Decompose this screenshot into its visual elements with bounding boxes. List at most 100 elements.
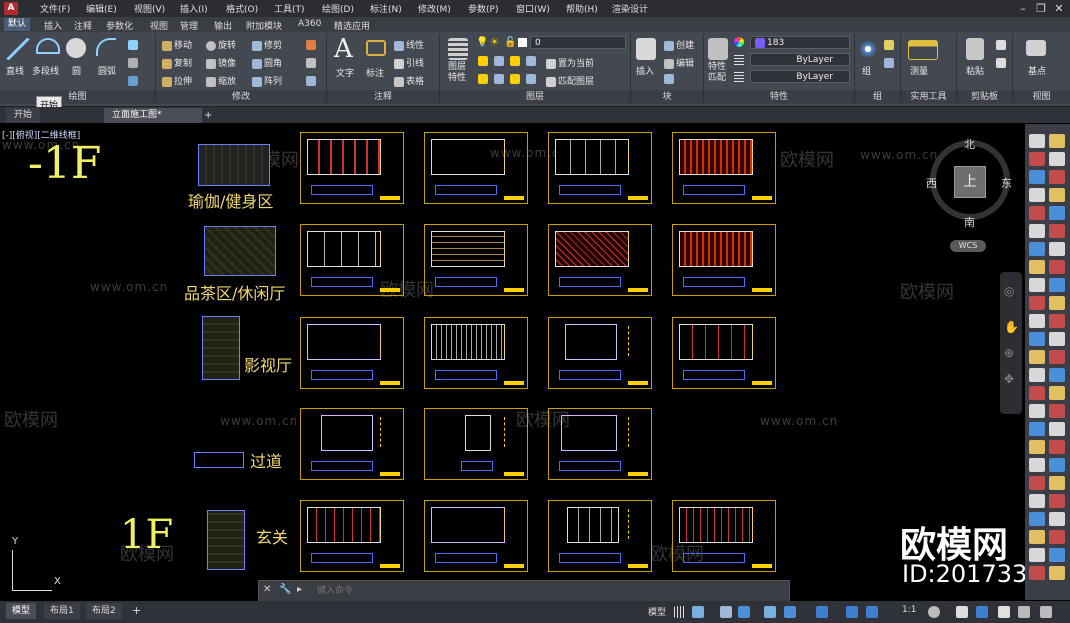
tab-default[interactable]: 默认	[4, 18, 31, 31]
toolbar-tool-icon[interactable]	[1049, 188, 1065, 202]
toolbar-tool-icon[interactable]	[1029, 530, 1045, 544]
mirror-tool[interactable]: 镜像	[206, 56, 236, 69]
drawing-sheet[interactable]	[548, 500, 652, 572]
tab-featured-apps[interactable]: 精选应用	[334, 19, 370, 32]
make-current-tool[interactable]: 置为当前	[546, 56, 594, 69]
tab-addins[interactable]: 附加模块	[246, 19, 282, 32]
hardware-acceleration-icon[interactable]	[998, 606, 1010, 618]
toolbar-tool-icon[interactable]	[1049, 548, 1065, 562]
toolbar-tool-icon[interactable]	[1049, 224, 1065, 238]
toolbar-tool-icon[interactable]	[1029, 206, 1045, 220]
tab-view[interactable]: 视图	[150, 19, 168, 32]
menu-render-design[interactable]: 渲染设计	[612, 2, 648, 15]
linetype-icon[interactable]	[734, 72, 744, 82]
tab-output[interactable]: 输出	[214, 19, 232, 32]
toolbar-tool-icon[interactable]	[1049, 458, 1065, 472]
close-command-icon[interactable]: ✕	[263, 584, 271, 595]
layer-tool-icon[interactable]	[510, 56, 520, 66]
copy-clip-icon[interactable]	[996, 58, 1006, 68]
draw-extra-icon[interactable]	[128, 40, 138, 50]
layer-tool-icon[interactable]	[510, 74, 520, 84]
lineweight-toggle-icon[interactable]	[816, 606, 828, 618]
clean-screen-icon[interactable]	[1018, 606, 1030, 618]
toolbar-tool-icon[interactable]	[1049, 512, 1065, 526]
toolbar-tool-icon[interactable]	[1029, 296, 1045, 310]
drawing-sheet[interactable]	[300, 317, 404, 389]
group-icon[interactable]	[858, 38, 878, 60]
annotation-panel-label[interactable]: 注释	[327, 90, 439, 104]
unlock-icon[interactable]: 🔓	[504, 37, 516, 48]
zoom-icon[interactable]: ⊕	[1004, 346, 1014, 360]
toolbar-tool-icon[interactable]	[1049, 242, 1065, 256]
toolbar-tool-icon[interactable]	[1029, 476, 1045, 490]
wcs-menu[interactable]: WCS	[950, 240, 986, 252]
sun-icon[interactable]: ☀	[490, 37, 499, 48]
fillet-tool[interactable]: 圆角	[252, 56, 282, 69]
layer-tool-icon[interactable]	[494, 74, 504, 84]
dimension-tool-label[interactable]: 标注	[366, 66, 384, 79]
layout-tab-layout1[interactable]: 布局1	[44, 603, 80, 619]
drawing-sheet[interactable]	[424, 317, 528, 389]
close-icon[interactable]: ✕	[1050, 1, 1068, 16]
menu-insert[interactable]: 插入(I)	[180, 2, 208, 15]
menu-dimension[interactable]: 标注(N)	[370, 2, 402, 15]
annotation-visibility-icon[interactable]	[846, 606, 858, 618]
toolbar-tool-icon[interactable]	[1049, 134, 1065, 148]
array-tool[interactable]: 阵列	[252, 74, 282, 87]
rectangle-icon[interactable]	[128, 76, 138, 86]
toolbar-tool-icon[interactable]	[1029, 278, 1045, 292]
block-attribute-icon[interactable]	[664, 74, 674, 84]
command-line[interactable]: ✕ 🔧 ▸	[258, 580, 790, 602]
toolbar-tool-icon[interactable]	[1049, 566, 1065, 580]
groups-panel-label[interactable]: 组	[855, 90, 900, 104]
group-edit-icon[interactable]	[884, 58, 894, 68]
arc-icon[interactable]	[96, 38, 116, 56]
drawing-sheet[interactable]	[300, 132, 404, 204]
menu-window[interactable]: 窗口(W)	[516, 2, 550, 15]
doc-tab-elevation[interactable]: 立面施工图*	[104, 108, 202, 123]
linear-tool[interactable]: 线性	[394, 38, 424, 51]
layout-tab-layout2[interactable]: 布局2	[86, 603, 122, 619]
auto-scale-icon[interactable]	[866, 606, 878, 618]
drawing-sheet[interactable]	[672, 132, 776, 204]
drawing-sheet[interactable]	[300, 224, 404, 296]
offset-icon[interactable]	[306, 76, 316, 86]
restore-icon[interactable]: ❐	[1032, 1, 1050, 16]
text-icon[interactable]: A	[334, 34, 353, 64]
viewcube-south[interactable]: 南	[964, 214, 975, 230]
toolbar-tool-icon[interactable]	[1049, 296, 1065, 310]
layer-properties-icon[interactable]	[448, 38, 468, 60]
stretch-tool[interactable]: 拉伸	[162, 74, 192, 87]
layer-tool-icon[interactable]	[478, 74, 488, 84]
layers-panel-label[interactable]: 图层	[440, 90, 630, 104]
toolbar-tool-icon[interactable]	[1049, 440, 1065, 454]
match-properties-icon[interactable]	[708, 38, 728, 60]
wrench-icon[interactable]: 🔧	[279, 584, 291, 595]
toolbar-tool-icon[interactable]	[1049, 386, 1065, 400]
tab-parametric[interactable]: 参数化	[106, 19, 133, 32]
menu-draw[interactable]: 绘图(D)	[322, 2, 354, 15]
menu-modify[interactable]: 修改(M)	[418, 2, 451, 15]
toolbar-tool-icon[interactable]	[1049, 422, 1065, 436]
layer-color-swatch[interactable]	[518, 38, 527, 47]
gear-icon[interactable]	[928, 606, 940, 618]
ortho-icon[interactable]	[720, 606, 732, 618]
drawing-sheet[interactable]	[300, 408, 404, 480]
arc-tool-label[interactable]: 圆弧	[98, 64, 116, 77]
toolbar-tool-icon[interactable]	[1029, 152, 1045, 166]
scale-tool[interactable]: 缩放	[206, 74, 236, 87]
toolbar-tool-icon[interactable]	[1029, 350, 1045, 364]
orbit-icon[interactable]: ✥	[1004, 372, 1014, 386]
linetype-dropdown[interactable]: ByLayer	[750, 70, 850, 83]
customize-icon[interactable]	[1040, 606, 1052, 618]
toolbar-tool-icon[interactable]	[1029, 314, 1045, 328]
lineweight-icon[interactable]	[734, 55, 744, 65]
toolbar-tool-icon[interactable]	[1049, 368, 1065, 382]
toolbar-tool-icon[interactable]	[1049, 350, 1065, 364]
layer-tool-icon[interactable]	[478, 56, 488, 66]
view-panel-label[interactable]: 视图	[1013, 90, 1070, 104]
insert-block-label[interactable]: 插入	[636, 64, 654, 77]
menu-edit[interactable]: 编辑(E)	[86, 2, 117, 15]
polar-icon[interactable]	[738, 606, 750, 618]
layer-tool-icon[interactable]	[526, 56, 536, 66]
